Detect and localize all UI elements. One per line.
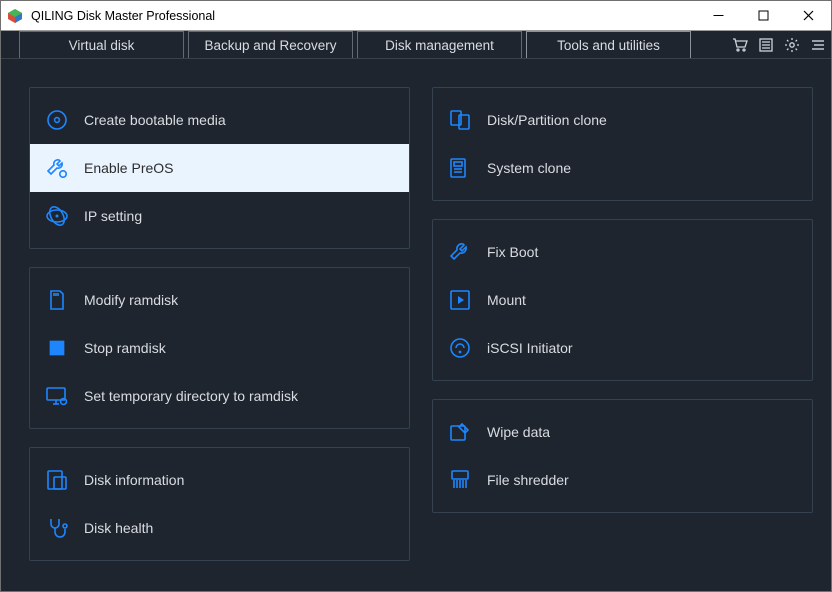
tab-label: Backup and Recovery	[204, 38, 336, 53]
group-ramdisk: Modify ramdisk Stop ramdisk Set temporar…	[29, 267, 410, 429]
item-label: System clone	[487, 160, 571, 176]
tabs-bar: Virtual disk Backup and Recovery Disk ma…	[1, 31, 831, 59]
item-ip-setting[interactable]: IP setting	[30, 192, 409, 240]
item-label: Fix Boot	[487, 244, 538, 260]
app-window: QILING Disk Master Professional Virtual …	[0, 0, 832, 592]
tab-tools-utilities[interactable]: Tools and utilities	[526, 31, 691, 58]
main-panel: Create bootable media Enable PreOS IP se…	[1, 59, 831, 591]
item-label: IP setting	[84, 208, 142, 224]
group-clone: Disk/Partition clone System clone	[432, 87, 813, 201]
item-label: Disk information	[84, 472, 184, 488]
tab-label: Tools and utilities	[557, 38, 660, 53]
right-column: Disk/Partition clone System clone Fix Bo…	[432, 87, 813, 573]
item-label: File shredder	[487, 472, 569, 488]
item-disk-partition-clone[interactable]: Disk/Partition clone	[433, 96, 812, 144]
item-enable-preos[interactable]: Enable PreOS	[30, 144, 409, 192]
tab-label: Disk management	[385, 38, 494, 53]
group-boot: Create bootable media Enable PreOS IP se…	[29, 87, 410, 249]
tab-label: Virtual disk	[69, 38, 135, 53]
item-label: Create bootable media	[84, 112, 226, 128]
group-diskinfo: Disk information Disk health	[29, 447, 410, 561]
group-mount: Fix Boot Mount iSCSI Initiator	[432, 219, 813, 381]
group-wipe: Wipe data File shredder	[432, 399, 813, 513]
drive-icon	[44, 467, 70, 493]
item-fix-boot[interactable]: Fix Boot	[433, 228, 812, 276]
item-disk-information[interactable]: Disk information	[30, 456, 409, 504]
item-disk-health[interactable]: Disk health	[30, 504, 409, 552]
item-mount[interactable]: Mount	[433, 276, 812, 324]
wrench-gear-icon	[44, 155, 70, 181]
item-iscsi-initiator[interactable]: iSCSI Initiator	[433, 324, 812, 372]
disc-icon	[44, 107, 70, 133]
item-label: Enable PreOS	[84, 160, 174, 176]
left-column: Create bootable media Enable PreOS IP se…	[29, 87, 410, 573]
item-label: Set temporary directory to ramdisk	[84, 388, 298, 404]
list-icon[interactable]	[753, 31, 779, 58]
maximize-button[interactable]	[741, 1, 786, 30]
item-modify-ramdisk[interactable]: Modify ramdisk	[30, 276, 409, 324]
item-system-clone[interactable]: System clone	[433, 144, 812, 192]
item-label: Stop ramdisk	[84, 340, 166, 356]
item-wipe-data[interactable]: Wipe data	[433, 408, 812, 456]
network-icon	[44, 203, 70, 229]
window-title: QILING Disk Master Professional	[31, 9, 215, 23]
item-label: Modify ramdisk	[84, 292, 178, 308]
minimize-button[interactable]	[696, 1, 741, 30]
stethoscope-icon	[44, 515, 70, 541]
stop-icon	[44, 335, 70, 361]
item-set-temp-dir-ramdisk[interactable]: Set temporary directory to ramdisk	[30, 372, 409, 420]
sdcard-icon	[44, 287, 70, 313]
cart-icon[interactable]	[727, 31, 753, 58]
titlebar: QILING Disk Master Professional	[1, 1, 831, 31]
iscsi-icon	[447, 335, 473, 361]
wrench-icon	[447, 239, 473, 265]
item-stop-ramdisk[interactable]: Stop ramdisk	[30, 324, 409, 372]
item-label: Disk/Partition clone	[487, 112, 607, 128]
clone-icon	[447, 107, 473, 133]
item-create-bootable-media[interactable]: Create bootable media	[30, 96, 409, 144]
item-label: Wipe data	[487, 424, 550, 440]
monitor-gear-icon	[44, 383, 70, 409]
app-logo-icon	[7, 8, 23, 24]
item-label: Disk health	[84, 520, 153, 536]
item-file-shredder[interactable]: File shredder	[433, 456, 812, 504]
item-label: iSCSI Initiator	[487, 340, 573, 356]
play-icon	[447, 287, 473, 313]
tab-virtual-disk[interactable]: Virtual disk	[19, 31, 184, 58]
shredder-icon	[447, 467, 473, 493]
tab-backup-recovery[interactable]: Backup and Recovery	[188, 31, 353, 58]
item-label: Mount	[487, 292, 526, 308]
system-clone-icon	[447, 155, 473, 181]
close-button[interactable]	[786, 1, 831, 30]
wipe-icon	[447, 419, 473, 445]
menu-icon[interactable]	[805, 31, 831, 58]
gear-icon[interactable]	[779, 31, 805, 58]
tab-disk-management[interactable]: Disk management	[357, 31, 522, 58]
